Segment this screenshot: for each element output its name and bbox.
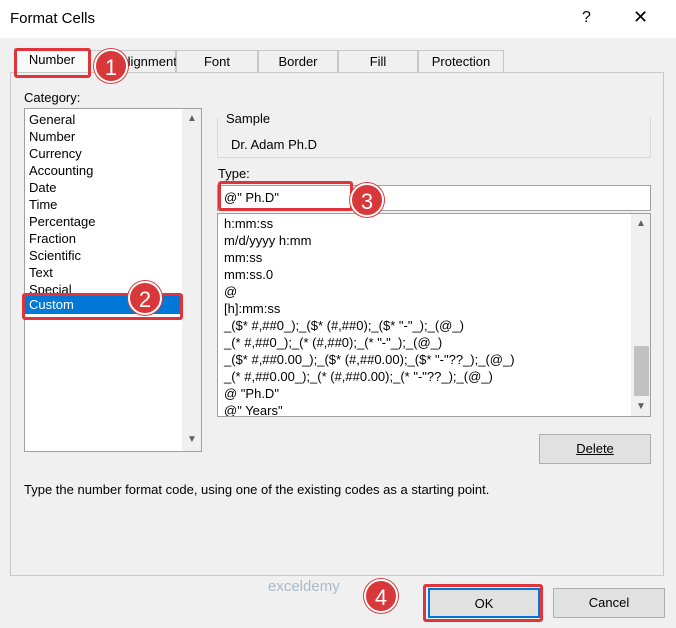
scroll-up-icon[interactable]: ▲: [632, 218, 650, 229]
format-item[interactable]: _($* #,##0_);_($* (#,##0);_($* "-"_);_(@…: [224, 318, 464, 333]
tab-fill[interactable]: Fill: [338, 50, 418, 73]
scroll-up-icon[interactable]: ▲: [183, 113, 201, 124]
format-item[interactable]: mm:ss: [224, 250, 262, 265]
format-item[interactable]: @: [224, 284, 237, 299]
format-item[interactable]: @" Years": [224, 403, 283, 416]
highlight-type-input: [218, 181, 353, 211]
format-item[interactable]: mm:ss.0: [224, 267, 273, 282]
category-list[interactable]: General Number Currency Accounting Date …: [24, 108, 202, 452]
close-icon[interactable]: ✕: [633, 7, 648, 28]
category-item-scientific[interactable]: Scientific: [29, 248, 81, 263]
category-item-time[interactable]: Time: [29, 197, 57, 212]
category-item-percentage[interactable]: Percentage: [29, 214, 96, 229]
category-scrollbar[interactable]: ▲ ▼: [182, 109, 201, 451]
category-item-general[interactable]: General: [29, 112, 75, 127]
category-item-number[interactable]: Number: [29, 129, 75, 144]
format-list[interactable]: h:mm:ss m/d/yyyy h:mm mm:ss mm:ss.0 @ [h…: [217, 213, 651, 417]
format-item[interactable]: _(* #,##0.00_);_(* (#,##0.00);_(* "-"??_…: [224, 369, 493, 384]
step-badge-2: 2: [128, 281, 162, 315]
format-item[interactable]: h:mm:ss: [224, 216, 273, 231]
category-item-fraction[interactable]: Fraction: [29, 231, 76, 246]
category-item-text[interactable]: Text: [29, 265, 53, 280]
step-badge-4: 4: [364, 579, 398, 613]
cancel-button[interactable]: Cancel: [553, 588, 665, 618]
format-item[interactable]: m/d/yyyy h:mm: [224, 233, 311, 248]
watermark-logo: exceldemy: [268, 578, 340, 595]
format-item[interactable]: [h]:mm:ss: [224, 301, 280, 316]
tab-font[interactable]: Font: [176, 50, 258, 73]
scroll-down-icon[interactable]: ▼: [183, 434, 201, 445]
help-button[interactable]: ?: [582, 9, 591, 27]
tab-protection[interactable]: Protection: [418, 50, 504, 73]
scroll-down-icon[interactable]: ▼: [632, 401, 650, 412]
category-item-date[interactable]: Date: [29, 180, 56, 195]
tab-border[interactable]: Border: [258, 50, 338, 73]
hint-text: Type the number format code, using one o…: [24, 482, 490, 497]
format-scrollbar[interactable]: ▲ ▼: [631, 214, 650, 416]
format-item[interactable]: @ "Ph.D": [224, 386, 279, 401]
sample-value: Dr. Adam Ph.D: [231, 137, 317, 152]
type-label: Type:: [218, 166, 250, 181]
scroll-thumb[interactable]: [634, 346, 649, 396]
step-badge-1: 1: [94, 49, 128, 83]
step-badge-3: 3: [350, 183, 384, 217]
highlight-ok-button: [423, 584, 543, 622]
category-item-accounting[interactable]: Accounting: [29, 163, 93, 178]
delete-button[interactable]: Delete: [539, 434, 651, 464]
title-bar: [0, 0, 676, 38]
category-label: Category:: [24, 90, 81, 105]
highlight-number-tab: [14, 48, 91, 78]
format-item[interactable]: _($* #,##0.00_);_($* (#,##0.00);_($* "-"…: [224, 352, 515, 367]
category-item-currency[interactable]: Currency: [29, 146, 82, 161]
window-title: Format Cells: [10, 10, 96, 27]
format-item[interactable]: _(* #,##0_);_(* (#,##0);_(* "-"_);_(@_): [224, 335, 442, 350]
